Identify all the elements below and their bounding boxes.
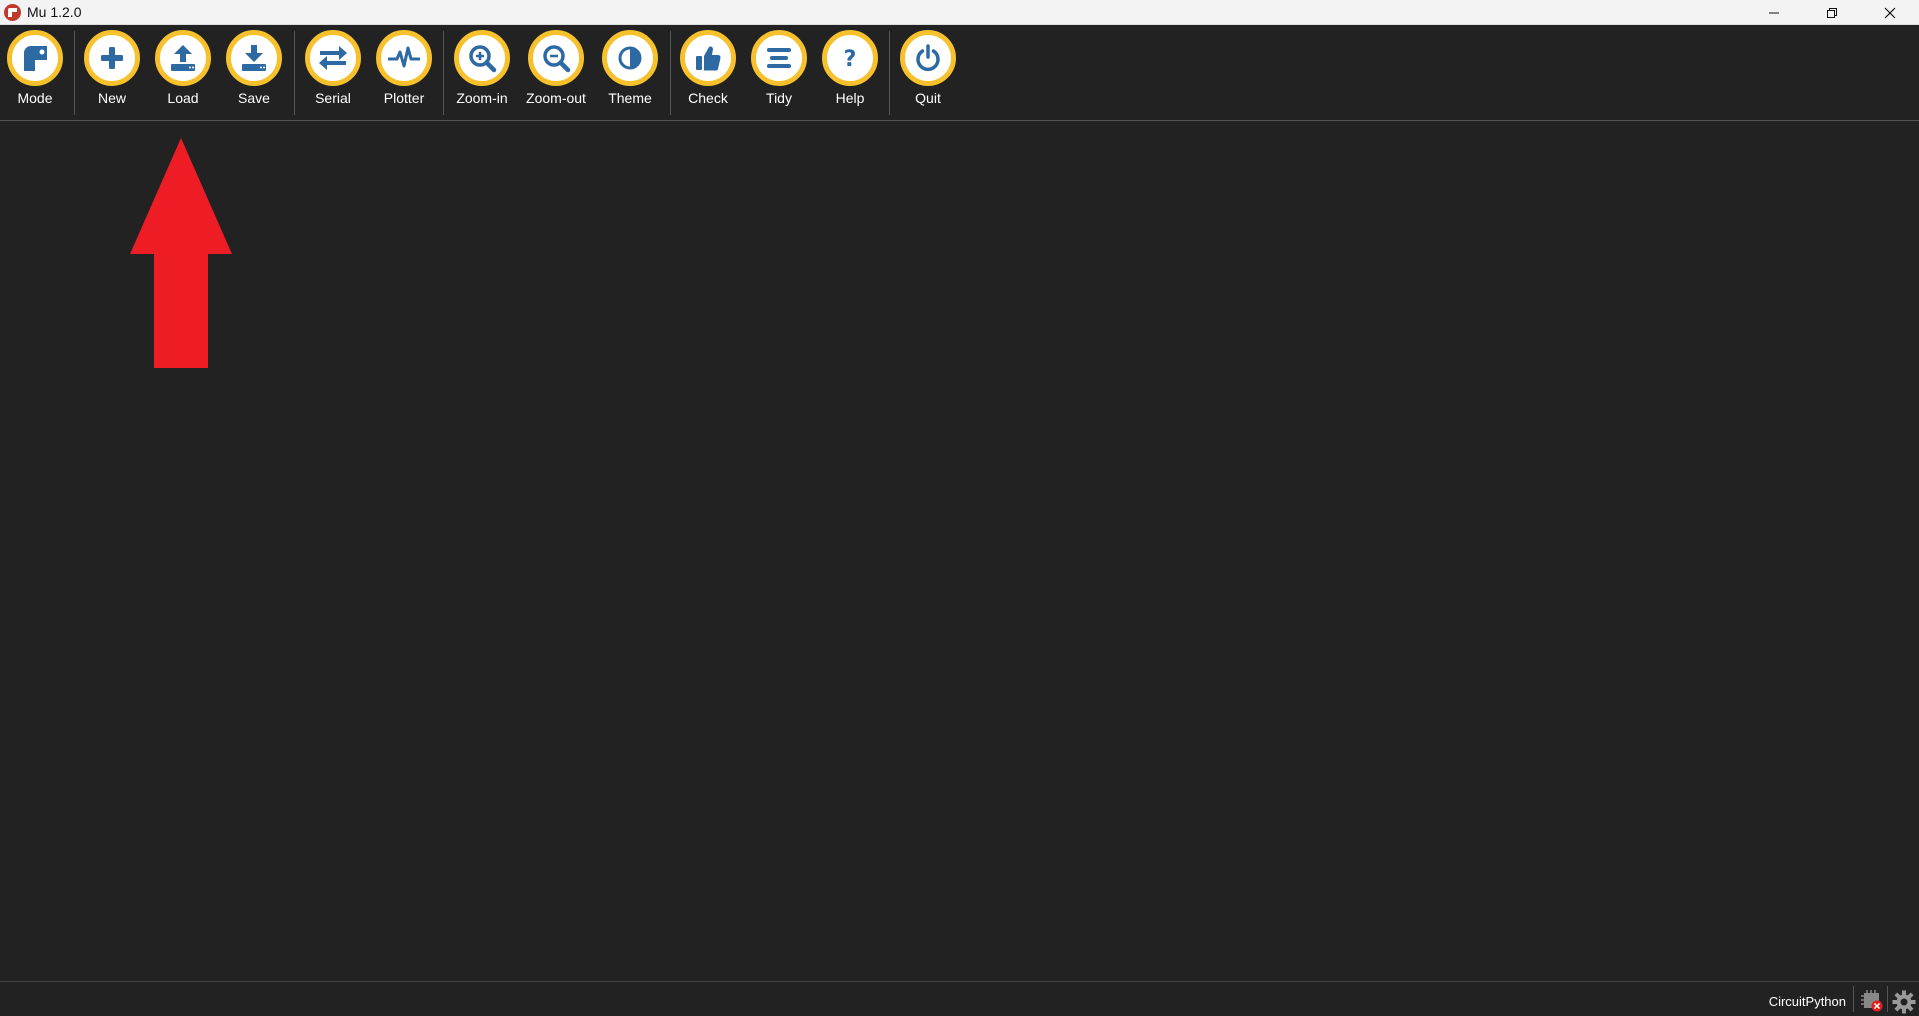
plus-icon xyxy=(101,47,123,69)
svg-text:?: ? xyxy=(844,47,857,72)
contrast-icon xyxy=(618,46,642,70)
restore-icon xyxy=(1827,7,1837,18)
status-separator xyxy=(1853,986,1854,1012)
question-icon: ? xyxy=(844,47,857,72)
arrows-swap-icon xyxy=(319,46,347,70)
quit-button[interactable]: Quit xyxy=(893,30,963,106)
plotter-label: Plotter xyxy=(383,90,425,106)
help-circle: ? xyxy=(822,30,878,86)
close-button[interactable] xyxy=(1861,0,1919,25)
load-button[interactable]: Load xyxy=(148,30,218,106)
mu-app-icon xyxy=(4,3,21,21)
minimize-button[interactable] xyxy=(1745,0,1803,25)
window-title: Mu 1.2.0 xyxy=(27,4,82,20)
title-bar: Mu 1.2.0 xyxy=(0,0,1919,25)
zoom-out-button[interactable]: Zoom-out xyxy=(521,30,591,106)
new-label: New xyxy=(97,90,126,106)
toolbar-separator xyxy=(670,31,671,115)
save-label: Save xyxy=(238,90,270,106)
plotter-circle xyxy=(376,30,432,86)
load-circle xyxy=(155,30,211,86)
theme-label: Theme xyxy=(608,90,652,106)
quit-circle xyxy=(900,30,956,86)
toolbar: Mode New Load Save Serial Plotter Zoom-i… xyxy=(0,25,1919,121)
download-icon xyxy=(242,45,266,71)
zoom-in-icon xyxy=(469,45,497,73)
thumbs-up-icon xyxy=(696,46,721,71)
zoom-out-icon xyxy=(543,45,571,73)
zoom-in-button[interactable]: Zoom-in xyxy=(447,30,517,106)
new-button[interactable]: New xyxy=(77,30,147,106)
zoom-out-label: Zoom-out xyxy=(526,90,586,106)
serial-button[interactable]: Serial xyxy=(298,30,368,106)
mode-circle xyxy=(7,30,63,86)
close-icon xyxy=(1884,7,1896,18)
chip-disconnected-icon[interactable] xyxy=(1861,990,1883,1012)
load-label: Load xyxy=(167,90,199,106)
theme-button[interactable]: Theme xyxy=(595,30,665,106)
mode-button[interactable]: Mode xyxy=(0,30,70,106)
tidy-label: Tidy xyxy=(766,90,792,106)
gear-icon[interactable] xyxy=(1892,990,1916,1014)
upload-icon xyxy=(171,45,195,71)
power-icon xyxy=(916,44,940,72)
plotter-button[interactable]: Plotter xyxy=(369,30,439,106)
check-circle xyxy=(680,30,736,86)
quit-label: Quit xyxy=(915,90,941,106)
editor-area[interactable] xyxy=(0,121,1919,981)
check-label: Check xyxy=(688,90,728,106)
toolbar-separator xyxy=(443,31,444,115)
toolbar-separator xyxy=(74,31,75,115)
check-button[interactable]: Check xyxy=(673,30,743,106)
help-label: Help xyxy=(835,90,865,106)
serial-circle xyxy=(305,30,361,86)
help-button[interactable]: ? Help xyxy=(815,30,885,106)
serial-label: Serial xyxy=(315,90,351,106)
window-controls xyxy=(1745,0,1919,25)
zoom-in-circle xyxy=(454,30,510,86)
mode-icon xyxy=(24,46,47,71)
lines-icon xyxy=(767,48,791,68)
current-mode-label[interactable]: CircuitPython xyxy=(1769,994,1846,1009)
tidy-button[interactable]: Tidy xyxy=(744,30,814,106)
mode-label: Mode xyxy=(17,90,53,106)
restore-button[interactable] xyxy=(1803,0,1861,25)
save-button[interactable]: Save xyxy=(219,30,289,106)
minimize-icon xyxy=(1769,12,1779,13)
annotation-arrow-up-icon xyxy=(130,138,232,368)
theme-circle xyxy=(602,30,658,86)
toolbar-separator xyxy=(889,31,890,115)
status-bar: CircuitPython xyxy=(0,981,1919,1016)
pulse-icon xyxy=(388,46,420,68)
save-circle xyxy=(226,30,282,86)
tidy-circle xyxy=(751,30,807,86)
status-separator xyxy=(1887,986,1888,1012)
toolbar-separator xyxy=(294,31,295,115)
new-circle xyxy=(84,30,140,86)
zoom-in-label: Zoom-in xyxy=(456,90,508,106)
zoom-out-circle xyxy=(528,30,584,86)
